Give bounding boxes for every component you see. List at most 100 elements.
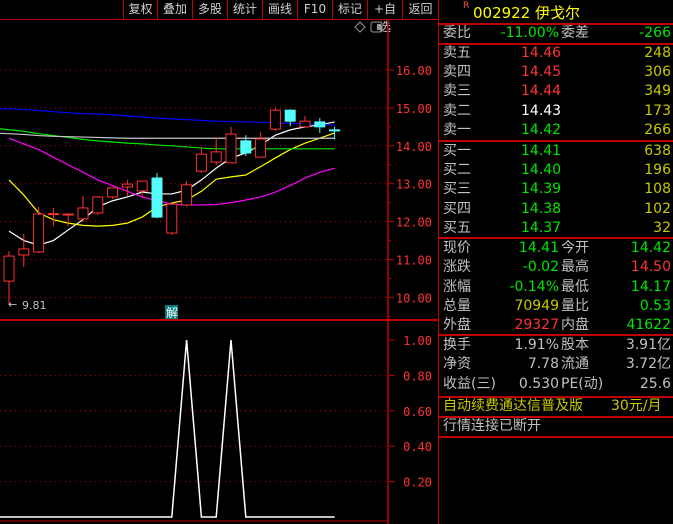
candle[interactable] <box>47 207 59 227</box>
candle[interactable] <box>33 206 45 254</box>
level-price: 14.39 <box>521 181 562 198</box>
candle[interactable] <box>121 179 133 196</box>
field-value: 25.6 <box>639 375 671 392</box>
candle-body <box>195 153 207 172</box>
field-value: -0.02 <box>522 259 559 276</box>
level-label: 买二 <box>443 162 471 179</box>
sell-level-row: 卖一 14.42 266 <box>443 121 671 140</box>
level-label: 卖五 <box>443 45 471 61</box>
level-price: 14.37 <box>521 219 562 236</box>
sell-level-row: 卖二 14.43 173 <box>443 102 671 121</box>
candle[interactable] <box>18 234 30 268</box>
field-label: 换手 <box>443 337 471 353</box>
field-label: PE(动) <box>561 375 604 392</box>
candle[interactable] <box>314 118 326 133</box>
candle[interactable] <box>3 251 15 305</box>
field-value: 3.72亿 <box>625 356 671 373</box>
candle[interactable] <box>107 187 119 199</box>
field-label: 收益(三) <box>443 375 496 392</box>
candle[interactable] <box>210 137 222 166</box>
indicator-line <box>0 339 335 518</box>
field-label: 总量 <box>443 297 471 314</box>
level-price: 14.44 <box>521 83 562 100</box>
candle[interactable] <box>329 126 341 140</box>
candle[interactable] <box>92 195 104 216</box>
field-value: 14.41 <box>518 240 559 256</box>
field-label: 涨幅 <box>443 278 471 295</box>
candle-body <box>210 151 222 163</box>
price-tick-label: 12.00 <box>396 216 432 230</box>
sell-level-row: 卖四 14.45 306 <box>443 63 671 82</box>
field-value: 3.91亿 <box>625 337 671 353</box>
candle-body <box>121 183 133 188</box>
level-volume: 266 <box>644 121 671 138</box>
field-label: 最高 <box>561 259 589 276</box>
candle-body <box>136 180 148 192</box>
ad-price[interactable]: 30元/月 <box>611 397 662 416</box>
indicator-tick-label: 0.40 <box>403 440 432 454</box>
quote-row: 涨跌 -0.02 最高 14.50 <box>443 258 671 277</box>
weibi-value: -11.00% <box>500 25 559 41</box>
candle-body <box>3 255 15 282</box>
field-value: 0.530 <box>518 375 559 392</box>
candle[interactable] <box>269 107 281 132</box>
buy-level-row: 买三 14.39 108 <box>443 180 671 199</box>
field-value: 1.91% <box>514 337 559 353</box>
candle[interactable] <box>181 181 193 207</box>
level-label: 卖四 <box>443 64 471 81</box>
connection-status: 行情连接已断开 <box>443 417 671 436</box>
candle-body <box>255 138 267 158</box>
min-price-label: 9.81 <box>22 299 47 312</box>
level-volume: 108 <box>644 181 671 198</box>
candle-body <box>299 120 311 128</box>
sell-level-row: 卖五 14.46 248 <box>443 44 671 63</box>
candle[interactable] <box>255 132 267 158</box>
level-price: 14.38 <box>521 200 562 217</box>
indicator-tick-label: 0.20 <box>403 476 432 490</box>
candle-body <box>284 109 296 122</box>
ad-row[interactable]: 自动续费通达信普及版 30元/月 <box>443 397 671 416</box>
candle[interactable] <box>77 195 89 222</box>
candle-body <box>240 140 252 154</box>
candle[interactable] <box>299 115 311 128</box>
field-label: 外盘 <box>443 317 471 334</box>
field-label: 量比 <box>561 297 589 314</box>
candle-body <box>62 213 74 216</box>
field-label: 现价 <box>443 240 471 256</box>
candle[interactable] <box>225 126 237 164</box>
buy-level-row: 买二 14.40 196 <box>443 161 671 180</box>
price-tick-label: 13.00 <box>396 178 432 192</box>
level-label: 卖一 <box>443 121 471 138</box>
candle-body <box>107 187 119 198</box>
candle-body <box>269 109 281 130</box>
candle-body <box>151 177 163 218</box>
indicator-tick-label: 0.80 <box>403 369 432 383</box>
kline-chart[interactable]: 16.00 15.00 14.00 13.00 12.00 11.00 10.00 1.00 0… <box>0 0 438 524</box>
field-value: 14.50 <box>630 259 671 276</box>
moving-average-line <box>8 137 335 206</box>
ad-text[interactable]: 自动续费通达信普及版 <box>443 397 583 416</box>
buy-level-row: 买五 14.37 32 <box>443 219 671 238</box>
field-value: 29327 <box>514 317 559 334</box>
candle[interactable] <box>195 146 207 174</box>
quote-row: 外盘 29327 内盘 41622 <box>443 316 671 335</box>
field-value: 14.17 <box>630 278 671 295</box>
level-label: 卖二 <box>443 102 471 119</box>
weibi-row: 委比 -11.00% 委差 -266 <box>443 24 671 43</box>
indicator-tick-label: 0.60 <box>403 405 432 419</box>
candle[interactable] <box>136 180 148 197</box>
candle[interactable] <box>62 213 74 227</box>
field-value: 7.78 <box>527 356 559 373</box>
indicator-tick-label: 1.00 <box>403 334 432 348</box>
level-volume: 638 <box>644 143 671 159</box>
candle[interactable] <box>166 203 178 235</box>
candle[interactable] <box>151 173 163 219</box>
price-tick-label: 10.00 <box>396 291 432 305</box>
field-value: 41622 <box>626 317 671 334</box>
candle-body <box>47 213 59 216</box>
quote-panel: R 002922 伊戈尔 委比 -11.00% 委差 -266 自动续费通达信普… <box>438 0 673 524</box>
buy-level-row: 买四 14.38 102 <box>443 200 671 219</box>
diamond-icon[interactable] <box>354 21 366 33</box>
stock-code-name: 002922 伊戈尔 <box>473 4 581 22</box>
unlock-badge[interactable]: 解 <box>166 306 178 320</box>
